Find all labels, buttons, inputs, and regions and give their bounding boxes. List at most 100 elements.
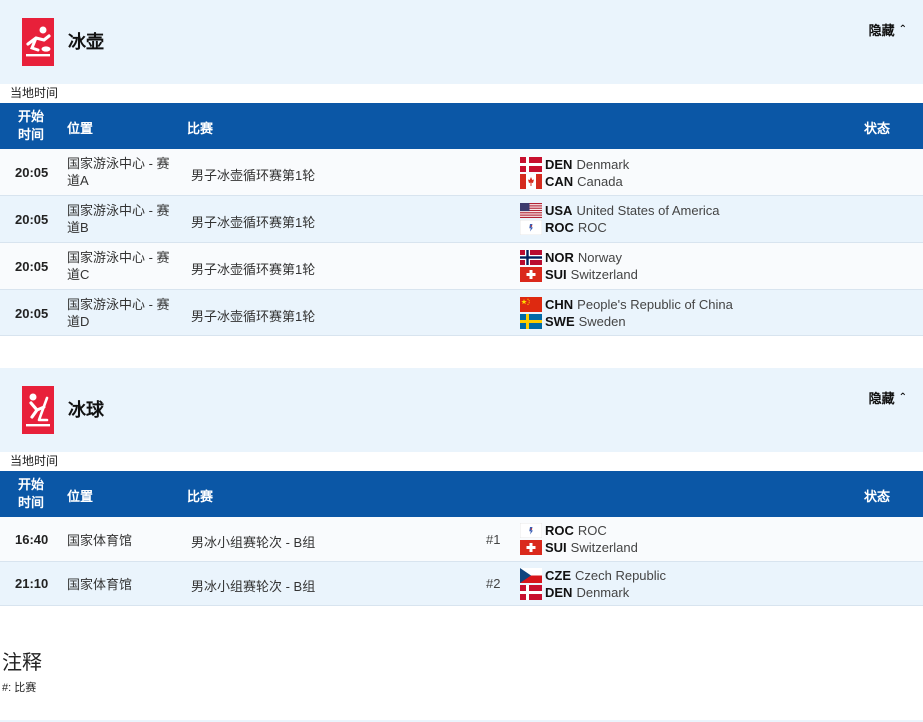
team-name: ROC	[577, 523, 607, 538]
header-start-line2: 时间	[17, 495, 44, 510]
team-name: Sweden	[578, 314, 626, 329]
team-entry[interactable]: USA United States of America	[520, 202, 720, 219]
team-entry[interactable]: SUI Switzerland	[520, 539, 638, 556]
roc-flag-icon	[520, 523, 542, 538]
usa-flag-icon	[520, 203, 542, 218]
china-flag-icon	[520, 297, 542, 312]
table-row[interactable]: 20:05 国家游泳中心 - 赛道A 男子冰壶循环赛第1轮 DEN Denmar…	[0, 149, 923, 196]
team-code: DEN	[545, 157, 573, 172]
match-number: #1	[486, 532, 501, 547]
table-row[interactable]: 21:10 国家体育馆 男冰小组赛轮次 - B组 #2 CZE Czech Re…	[0, 562, 923, 606]
chevron-up-icon: ⌃	[898, 392, 907, 403]
hide-toggle-button[interactable]: 隐藏 ⌃	[869, 388, 907, 407]
row-event: 男冰小组赛轮次 - B组	[191, 535, 316, 550]
table-header: 开始 时间 位置 比赛 状态	[0, 471, 923, 517]
header-event[interactable]: 比赛	[187, 118, 213, 137]
row-event: 男子冰壶循环赛第1轮	[191, 168, 316, 183]
team-entry[interactable]: SUI Switzerland	[520, 266, 638, 283]
header-start-line1: 开始	[17, 109, 44, 124]
team-code: CHN	[545, 297, 574, 312]
team-entry[interactable]: NOR Norway	[520, 249, 638, 266]
header-start-line1: 开始	[17, 477, 44, 492]
team-code: SUI	[545, 540, 567, 555]
team-entry[interactable]: CZE Czech Republic	[520, 567, 666, 584]
row-event: 男子冰壶循环赛第1轮	[191, 309, 316, 324]
team-code: ROC	[545, 523, 574, 538]
table-row[interactable]: 20:05 国家游泳中心 - 赛道D 男子冰壶循环赛第1轮 CHN People…	[0, 290, 923, 336]
team-code: SUI	[545, 267, 567, 282]
header-location[interactable]: 位置	[67, 118, 93, 137]
team-code: ROC	[545, 220, 574, 235]
sport-title: 冰壶	[68, 32, 104, 52]
team-name: ROC	[577, 220, 607, 235]
switzerland-flag-icon	[520, 267, 542, 282]
team-name: Switzerland	[570, 267, 638, 282]
team-code: CZE	[545, 568, 571, 583]
header-status[interactable]: 状态	[864, 486, 890, 505]
local-time-label: 当地时间	[10, 454, 59, 468]
switzerland-flag-icon	[520, 540, 542, 555]
table-row[interactable]: 16:40 国家体育馆 男冰小组赛轮次 - B组 #1 ROC ROC SUI …	[0, 517, 923, 562]
match-number: #2	[486, 576, 501, 591]
header-start-line2: 时间	[17, 127, 44, 142]
team-entry[interactable]: SWE Sweden	[520, 313, 733, 330]
table-row[interactable]: 20:05 国家游泳中心 - 赛道B 男子冰壶循环赛第1轮 USA United…	[0, 196, 923, 243]
row-time: 20:05	[15, 212, 49, 227]
row-time: 20:05	[15, 259, 49, 274]
table-row[interactable]: 20:05 国家游泳中心 - 赛道C 男子冰壶循环赛第1轮 NOR Norway…	[0, 243, 923, 290]
row-teams: ROC ROC SUI Switzerland	[520, 522, 638, 556]
row-event: 男冰小组赛轮次 - B组	[191, 579, 316, 594]
team-name: Czech Republic	[575, 568, 667, 583]
row-time: 20:05	[15, 306, 49, 321]
team-entry[interactable]: ROC ROC	[520, 522, 638, 539]
header-start-time[interactable]: 开始 时间	[16, 108, 46, 144]
curling-pictogram-icon	[22, 18, 54, 66]
team-code: NOR	[545, 250, 574, 265]
notes-text: #: 比赛	[2, 682, 37, 694]
hide-toggle-button[interactable]: 隐藏 ⌃	[869, 20, 907, 39]
roc-flag-icon	[520, 220, 542, 235]
team-entry[interactable]: ROC ROC	[520, 219, 720, 236]
hide-label: 隐藏	[868, 23, 895, 38]
row-event: 男子冰壶循环赛第1轮	[191, 262, 316, 277]
row-location: 国家游泳中心 - 赛道B	[67, 203, 170, 235]
team-name: Switzerland	[570, 540, 638, 555]
team-name: Denmark	[576, 585, 630, 600]
czech-flag-icon	[520, 568, 542, 583]
sport-header: 冰壶 隐藏 ⌃	[0, 0, 923, 84]
team-entry[interactable]: CHN People's Republic of China	[520, 296, 733, 313]
canada-flag-icon	[520, 174, 542, 189]
row-time: 20:05	[15, 165, 49, 180]
header-start-time[interactable]: 开始 时间	[16, 476, 46, 512]
sport-title: 冰球	[68, 400, 104, 420]
row-teams: USA United States of America ROC ROC	[520, 202, 720, 236]
team-entry[interactable]: DEN Denmark	[520, 584, 666, 601]
team-name: Canada	[577, 174, 623, 189]
notes-title: 注释	[2, 652, 42, 674]
row-location: 国家体育馆	[67, 577, 133, 592]
row-time: 16:40	[15, 532, 49, 547]
team-code: SWE	[545, 314, 575, 329]
denmark-flag-icon	[520, 585, 542, 600]
hide-label: 隐藏	[868, 391, 895, 406]
norway-flag-icon	[520, 250, 542, 265]
team-entry[interactable]: CAN Canada	[520, 173, 629, 190]
row-location: 国家游泳中心 - 赛道A	[67, 156, 170, 188]
chevron-up-icon: ⌃	[898, 24, 907, 35]
row-location: 国家游泳中心 - 赛道C	[67, 250, 170, 282]
table-header: 开始 时间 位置 比赛 状态	[0, 103, 923, 149]
sport-header: 冰球 隐藏 ⌃	[0, 368, 923, 452]
header-location[interactable]: 位置	[67, 486, 93, 505]
denmark-flag-icon	[520, 157, 542, 172]
header-event[interactable]: 比赛	[187, 486, 213, 505]
sweden-flag-icon	[520, 314, 542, 329]
team-code: CAN	[545, 174, 574, 189]
team-entry[interactable]: DEN Denmark	[520, 156, 629, 173]
header-status[interactable]: 状态	[864, 118, 890, 137]
local-time-label: 当地时间	[10, 86, 59, 100]
team-name: Norway	[577, 250, 622, 265]
row-time: 21:10	[15, 576, 49, 591]
row-location: 国家体育馆	[67, 533, 133, 548]
row-teams: DEN Denmark CAN Canada	[520, 156, 629, 190]
team-name: United States of America	[576, 203, 720, 218]
